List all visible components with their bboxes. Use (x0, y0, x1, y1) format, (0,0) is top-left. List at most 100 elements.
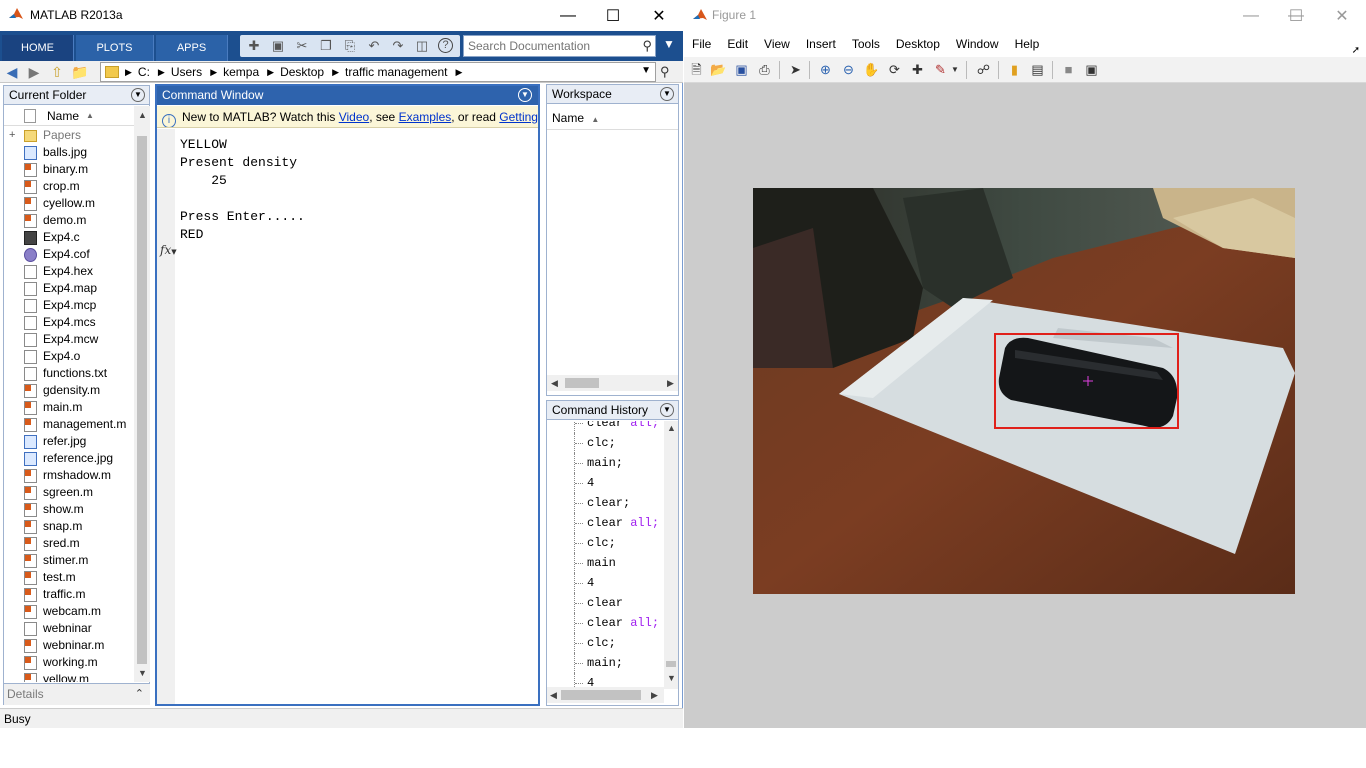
hide-plot-tools-icon[interactable]: ■ (1060, 61, 1077, 78)
new-figure-icon[interactable]: 🗎 (688, 61, 705, 78)
search-input[interactable] (464, 36, 634, 56)
file-list-item[interactable]: Exp4.mcw (4, 331, 134, 348)
file-list-item[interactable]: snap.m (4, 518, 134, 535)
history-entry[interactable]: clear all; (587, 421, 659, 433)
file-list-item[interactable]: Exp4.cof (4, 246, 134, 263)
file-list-item[interactable]: working.m (4, 654, 134, 671)
column-header[interactable]: Name ▲ (547, 106, 678, 130)
file-list-item[interactable]: show.m (4, 501, 134, 518)
path-segment[interactable]: Users (165, 65, 210, 79)
switch-windows-icon[interactable]: ◫ (414, 38, 430, 54)
ribbon-expand-icon[interactable]: ▼ (660, 37, 678, 55)
menu-insert[interactable]: Insert (798, 31, 844, 57)
history-entry[interactable]: clc; (587, 533, 616, 553)
panel-actions-icon[interactable]: ▼ (131, 88, 145, 102)
copy-icon[interactable]: ❐ (318, 38, 334, 54)
undo-icon[interactable]: ↶ (366, 38, 382, 54)
save-icon[interactable]: ▣ (270, 38, 286, 54)
panel-actions-icon[interactable]: ▼ (518, 88, 532, 102)
history-entry[interactable]: main; (587, 653, 623, 673)
brush-icon[interactable]: ✎ (932, 61, 949, 78)
menu-view[interactable]: View (756, 31, 798, 57)
open-file-icon[interactable]: 📂 (710, 61, 727, 78)
scroll-up-icon[interactable]: ▲ (667, 423, 676, 433)
menu-tools[interactable]: Tools (844, 31, 888, 57)
horizontal-scrollbar[interactable]: ◀ ▶ (547, 687, 664, 703)
file-list-item[interactable]: demo.m (4, 212, 134, 229)
function-browser-icon[interactable]: fx▼ (160, 243, 177, 257)
horizontal-scrollbar[interactable]: ◀ ▶ (547, 375, 678, 391)
menu-desktop[interactable]: Desktop (888, 31, 948, 57)
file-list-item[interactable]: Exp4.mcs (4, 314, 134, 331)
file-list-item[interactable]: traffic.m (4, 586, 134, 603)
history-entry[interactable]: clc; (587, 433, 616, 453)
menu-file[interactable]: File (684, 31, 719, 57)
save-icon[interactable]: ▣ (733, 61, 750, 78)
print-icon[interactable]: ⎙ (756, 61, 773, 78)
link-icon[interactable]: ☍ (975, 61, 992, 78)
brush-dropdown-icon[interactable]: ▼ (950, 61, 960, 78)
panel-actions-icon[interactable]: ▼ (660, 87, 674, 101)
path-dropdown-icon[interactable]: ▼ (641, 65, 651, 76)
history-entry[interactable]: 4 (587, 573, 594, 593)
file-list-item[interactable]: Exp4.o (4, 348, 134, 365)
back-icon[interactable]: ◀ (3, 63, 21, 81)
history-entry[interactable]: clear all; (587, 513, 659, 533)
figure-image-axes[interactable] (753, 188, 1295, 594)
scroll-up-icon[interactable]: ▲ (138, 110, 147, 120)
file-list-item[interactable]: balls.jpg (4, 144, 134, 161)
file-list-item[interactable]: rmshadow.m (4, 467, 134, 484)
file-list-item[interactable]: refer.jpg (4, 433, 134, 450)
file-list-item[interactable]: binary.m (4, 161, 134, 178)
scroll-right-icon[interactable]: ▶ (667, 378, 674, 389)
minimize-button-left[interactable]: — (1228, 0, 1274, 31)
path-segment[interactable]: kempa (217, 65, 267, 79)
file-list-item[interactable]: webninar (4, 620, 134, 637)
tab-plots[interactable]: PLOTS (76, 35, 154, 61)
scroll-down-icon[interactable]: ▼ (667, 673, 676, 683)
file-list-item[interactable]: webninar.m (4, 637, 134, 654)
tab-apps[interactable]: APPS (156, 35, 228, 61)
maximize-button[interactable]: ☐ (1273, 0, 1319, 31)
history-entry[interactable]: clear all; (587, 613, 659, 633)
file-list-item[interactable]: stimer.m (4, 552, 134, 569)
file-list-item[interactable]: cyellow.m (4, 195, 134, 212)
path-segment[interactable]: C: (132, 65, 158, 79)
close-button[interactable]: ✕ (636, 0, 682, 31)
menu-edit[interactable]: Edit (719, 31, 756, 57)
close-button[interactable]: ✕ (1319, 0, 1365, 31)
scroll-thumb[interactable] (137, 136, 147, 664)
pan-icon[interactable]: ✋ (863, 61, 880, 78)
file-list-item[interactable]: Exp4.map (4, 280, 134, 297)
help-icon[interactable]: ? (438, 38, 453, 53)
column-header[interactable]: Name ▲ (4, 106, 134, 126)
history-entry[interactable]: clc; (587, 633, 616, 653)
data-cursor-icon[interactable]: ✚ (909, 61, 926, 78)
file-list-item[interactable]: Exp4.c (4, 229, 134, 246)
file-list-item[interactable]: main.m (4, 399, 134, 416)
zoom-out-icon[interactable]: ⊖ (840, 61, 857, 78)
examples-link[interactable]: Examples (399, 110, 452, 124)
vertical-scrollbar[interactable]: ▲ ▼ (664, 421, 678, 689)
forward-icon[interactable]: ▶ (25, 63, 43, 81)
paste-icon[interactable]: ⎘ (342, 38, 358, 54)
zoom-in-icon[interactable]: ⊕ (817, 61, 834, 78)
rotate-3d-icon[interactable]: ⟳ (886, 61, 903, 78)
file-list-item[interactable]: reference.jpg (4, 450, 134, 467)
up-folder-icon[interactable]: ⇧ (48, 63, 66, 81)
path-search-icon[interactable]: ⚲ (660, 64, 670, 80)
new-script-icon[interactable]: ✚ (246, 38, 262, 54)
chevron-up-icon[interactable]: ⌃ (135, 684, 144, 704)
panel-actions-icon[interactable]: ▼ (660, 403, 674, 417)
file-list-item[interactable]: management.m (4, 416, 134, 433)
maximize-button[interactable]: ☐ (590, 0, 636, 31)
history-entry[interactable]: main (587, 553, 616, 573)
history-entry[interactable]: 4 (587, 473, 594, 493)
scroll-left-icon[interactable]: ◀ (550, 690, 557, 701)
cut-icon[interactable]: ✂ (294, 38, 310, 54)
show-plot-tools-icon[interactable]: ▣ (1083, 61, 1100, 78)
scroll-right-icon[interactable]: ▶ (651, 690, 658, 701)
file-list-item[interactable]: + Papers (4, 127, 134, 144)
getting-started-link[interactable]: Getting St (499, 110, 538, 124)
menu-window[interactable]: Window (948, 31, 1007, 57)
